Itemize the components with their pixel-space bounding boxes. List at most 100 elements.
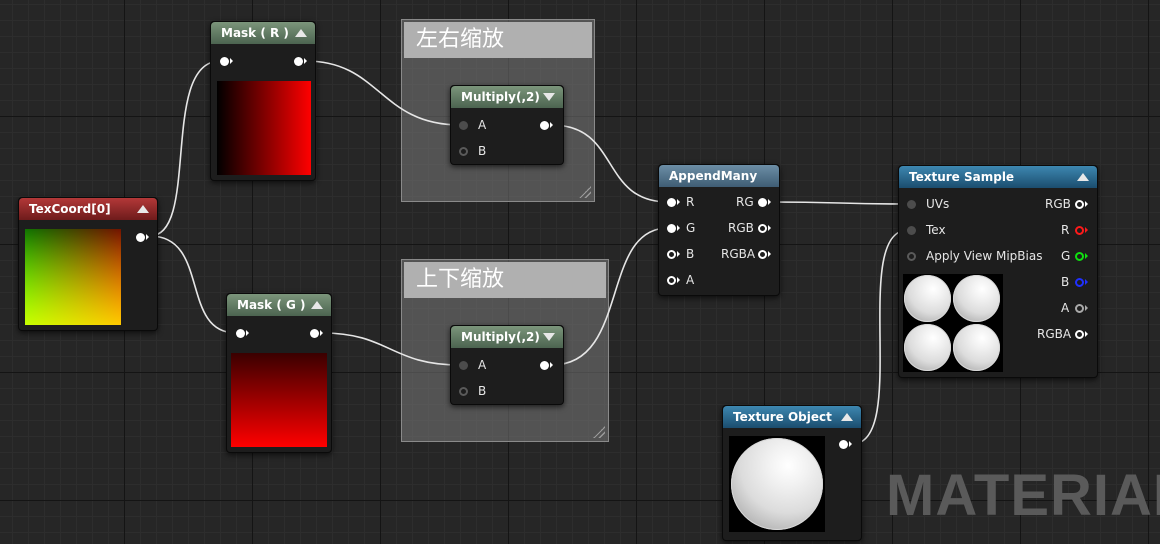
output-pin-b[interactable] bbox=[1075, 278, 1084, 287]
comment-title[interactable]: 上下缩放 bbox=[404, 262, 606, 298]
output-pin-rgba[interactable] bbox=[758, 250, 767, 259]
pin-arrow-icon bbox=[146, 234, 149, 240]
comment-title[interactable]: 左右缩放 bbox=[404, 22, 592, 58]
input-pin-b[interactable] bbox=[667, 250, 676, 259]
sphere-tile bbox=[904, 324, 951, 371]
pin-label: A bbox=[478, 358, 487, 372]
preview-sphere-tiles bbox=[903, 274, 1003, 372]
input-pin-apply-view-mipbias[interactable] bbox=[907, 252, 916, 261]
node-mask-r[interactable]: Mask ( R ) bbox=[210, 21, 316, 181]
resize-grip-icon[interactable] bbox=[593, 426, 605, 438]
preview-uv-gradient bbox=[25, 229, 121, 325]
node-title: Mask ( R ) bbox=[221, 26, 289, 40]
node-header[interactable]: Texture Sample bbox=[899, 166, 1097, 188]
node-header[interactable]: Multiply(,2) bbox=[451, 86, 563, 108]
collapse-arrow-icon[interactable] bbox=[841, 413, 853, 421]
input-pin-b[interactable] bbox=[459, 387, 468, 396]
pin-arrow-icon bbox=[246, 330, 249, 336]
expand-arrow-icon[interactable] bbox=[543, 93, 555, 101]
node-append-many[interactable]: AppendMany R G B A RG RGB RGBA bbox=[658, 164, 780, 296]
wire-append-rg-to-uvs bbox=[769, 201, 909, 205]
output-pin[interactable] bbox=[310, 329, 319, 338]
pin-arrow-icon bbox=[320, 330, 323, 336]
pin-arrow-icon bbox=[849, 441, 852, 447]
pin-label: RGBA bbox=[721, 247, 756, 261]
collapse-arrow-icon[interactable] bbox=[311, 301, 323, 309]
pin-label: UVs bbox=[926, 197, 950, 211]
node-mask-g[interactable]: Mask ( G ) bbox=[226, 293, 332, 453]
pin-arrow-icon bbox=[550, 362, 553, 368]
pin-arrow-icon bbox=[677, 199, 680, 205]
output-pin[interactable] bbox=[540, 121, 549, 130]
node-multiply-vertical[interactable]: Multiply(,2) A B bbox=[450, 325, 564, 405]
node-title: Mask ( G ) bbox=[237, 298, 306, 312]
node-texture-sample[interactable]: Texture Sample UVs Tex Apply View MipBia… bbox=[898, 165, 1098, 378]
node-header[interactable]: AppendMany bbox=[659, 165, 779, 187]
node-multiply-horizontal[interactable]: Multiply(,2) A B bbox=[450, 85, 564, 165]
input-pin-a[interactable] bbox=[459, 121, 468, 130]
material-watermark: MATERIAL bbox=[886, 463, 1160, 528]
pin-label: B bbox=[478, 144, 487, 158]
collapse-arrow-icon[interactable] bbox=[137, 205, 149, 213]
pin-arrow-icon bbox=[304, 58, 307, 64]
output-pin-rgb[interactable] bbox=[758, 224, 767, 233]
node-title: TexCoord[0] bbox=[29, 202, 111, 216]
pin-arrow-icon bbox=[677, 251, 680, 257]
pin-arrow-icon bbox=[768, 199, 771, 205]
pin-arrow-icon bbox=[677, 225, 680, 231]
sphere-tile bbox=[904, 275, 951, 322]
input-pin-a[interactable] bbox=[667, 276, 676, 285]
output-pin[interactable] bbox=[839, 440, 848, 449]
output-pin[interactable] bbox=[540, 361, 549, 370]
pin-arrow-icon bbox=[230, 58, 233, 64]
pin-label: G bbox=[1061, 249, 1071, 263]
node-header[interactable]: Mask ( R ) bbox=[211, 22, 315, 44]
input-pin-uvs[interactable] bbox=[907, 200, 916, 209]
node-header[interactable]: TexCoord[0] bbox=[19, 198, 157, 220]
pin-label: A bbox=[478, 118, 487, 132]
pin-label: A bbox=[1061, 301, 1070, 315]
node-title: Multiply(,2) bbox=[461, 90, 540, 104]
input-pin-r[interactable] bbox=[667, 198, 676, 207]
output-pin-rgb[interactable] bbox=[1075, 200, 1084, 209]
input-pin[interactable] bbox=[220, 57, 229, 66]
node-texture-object[interactable]: Texture Object bbox=[722, 405, 862, 541]
pin-label: RGB bbox=[1045, 197, 1071, 211]
input-pin-b[interactable] bbox=[459, 147, 468, 156]
pin-arrow-icon bbox=[1085, 305, 1088, 311]
resize-grip-icon[interactable] bbox=[579, 186, 591, 198]
preview-red-gradient bbox=[217, 81, 311, 175]
output-pin-rg[interactable] bbox=[758, 198, 767, 207]
pin-arrow-icon bbox=[1085, 201, 1088, 207]
pin-label: RG bbox=[736, 195, 754, 209]
pin-label: Apply View MipBias bbox=[926, 249, 1043, 263]
preview-sphere bbox=[729, 436, 825, 532]
node-header[interactable]: Mask ( G ) bbox=[227, 294, 331, 316]
output-pin[interactable] bbox=[294, 57, 303, 66]
output-pin[interactable] bbox=[136, 233, 145, 242]
input-pin-a[interactable] bbox=[459, 361, 468, 370]
node-title: Texture Sample bbox=[909, 170, 1015, 184]
pin-arrow-icon bbox=[1085, 253, 1088, 259]
expand-arrow-icon[interactable] bbox=[543, 333, 555, 341]
pin-arrow-icon bbox=[677, 277, 680, 283]
node-title: AppendMany bbox=[669, 169, 758, 183]
pin-label: RGBA bbox=[1037, 327, 1072, 341]
node-title: Texture Object bbox=[733, 410, 832, 424]
output-pin-a[interactable] bbox=[1075, 304, 1084, 313]
node-header[interactable]: Texture Object bbox=[723, 406, 861, 428]
output-pin-r[interactable] bbox=[1075, 226, 1084, 235]
node-texcoord[interactable]: TexCoord[0] bbox=[18, 197, 158, 331]
output-pin-rgba[interactable] bbox=[1075, 330, 1084, 339]
collapse-arrow-icon[interactable] bbox=[1077, 173, 1089, 181]
output-pin-g[interactable] bbox=[1075, 252, 1084, 261]
pin-label: B bbox=[1061, 275, 1070, 289]
collapse-arrow-icon[interactable] bbox=[295, 29, 307, 37]
pin-label: B bbox=[686, 247, 695, 261]
node-header[interactable]: Multiply(,2) bbox=[451, 326, 563, 348]
pin-label: B bbox=[478, 384, 487, 398]
pin-arrow-icon bbox=[1085, 227, 1088, 233]
input-pin-g[interactable] bbox=[667, 224, 676, 233]
input-pin[interactable] bbox=[236, 329, 245, 338]
input-pin-tex[interactable] bbox=[907, 226, 916, 235]
